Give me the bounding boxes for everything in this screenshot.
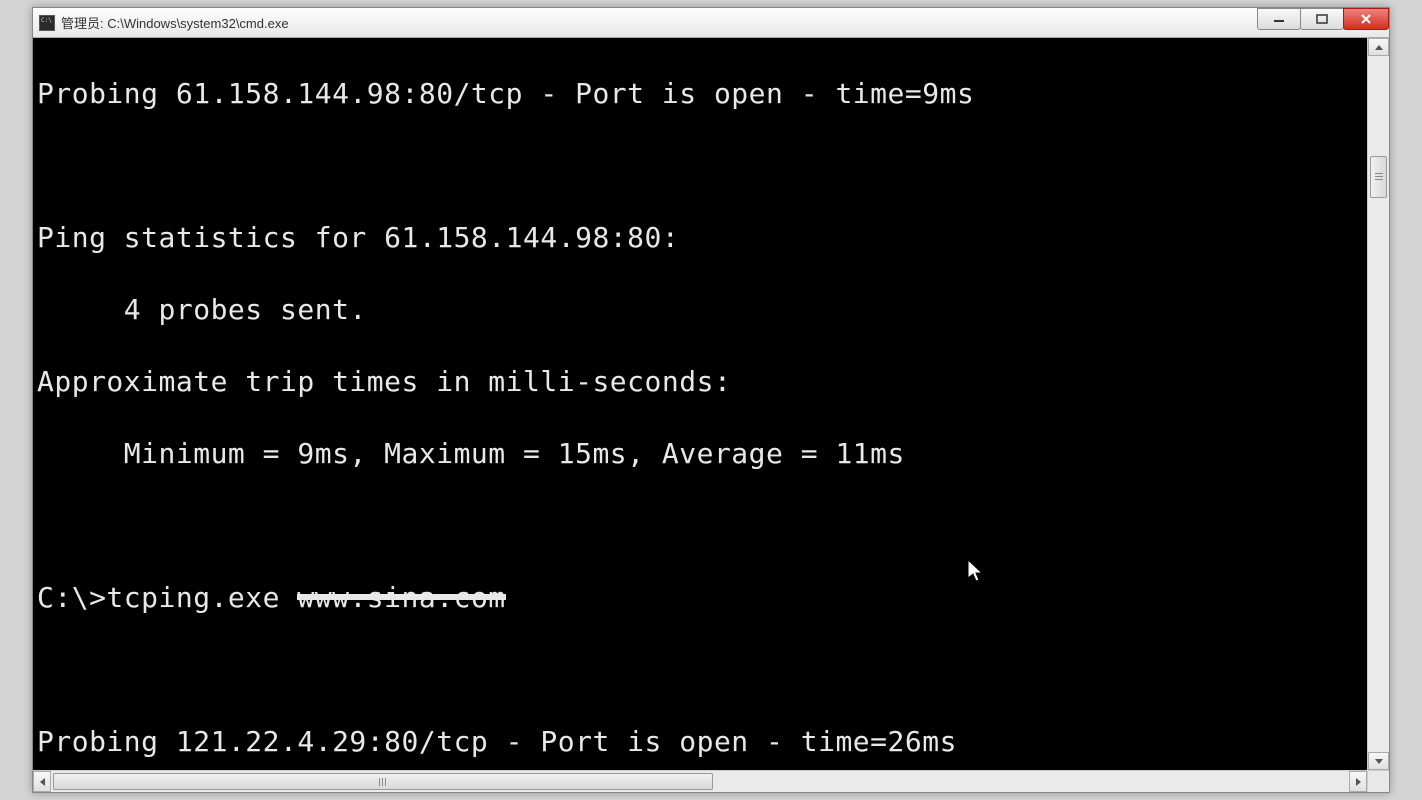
scroll-down-button[interactable] xyxy=(1368,752,1389,770)
terminal-area[interactable]: Probing 61.158.144.98:80/tcp - Port is o… xyxy=(33,38,1389,792)
vscroll-track[interactable] xyxy=(1368,56,1389,752)
arrow-left-icon xyxy=(40,778,45,786)
minimize-icon xyxy=(1273,14,1285,24)
output-line xyxy=(37,508,1385,544)
hscroll-thumb[interactable] xyxy=(53,773,713,790)
maximize-icon xyxy=(1316,14,1328,24)
horizontal-scrollbar[interactable] xyxy=(33,770,1367,792)
scroll-left-button[interactable] xyxy=(33,771,51,792)
output-line: Ping statistics for 61.158.144.98:80: xyxy=(37,220,1385,256)
output-line xyxy=(37,652,1385,688)
output-line: Probing 61.158.144.98:80/tcp - Port is o… xyxy=(37,76,1385,112)
output-line xyxy=(37,148,1385,184)
hscroll-track[interactable] xyxy=(51,771,1349,792)
maximize-button[interactable] xyxy=(1300,8,1344,30)
close-button[interactable] xyxy=(1343,8,1389,30)
arrow-down-icon xyxy=(1375,759,1383,764)
window-title: 管理员: C:\Windows\system32\cmd.exe xyxy=(61,13,289,32)
titlebar[interactable]: 管理员: C:\Windows\system32\cmd.exe xyxy=(33,8,1389,38)
cmd-window: 管理员: C:\Windows\system32\cmd.exe Probing… xyxy=(32,7,1390,793)
terminal-text: Probing 61.158.144.98:80/tcp - Port is o… xyxy=(33,38,1389,792)
output-line: Approximate trip times in milli-seconds: xyxy=(37,364,1385,400)
scroll-right-button[interactable] xyxy=(1349,771,1367,792)
redacted-hostname: www.sina.com xyxy=(297,580,505,616)
vertical-scrollbar[interactable] xyxy=(1367,38,1389,770)
command-line: C:\>tcping.exe www.sina.com xyxy=(37,580,1385,616)
cmd-icon xyxy=(39,15,55,31)
prompt-text: C:\>tcping.exe xyxy=(37,581,297,614)
scroll-corner xyxy=(1367,770,1389,792)
minimize-button[interactable] xyxy=(1257,8,1301,30)
output-line: 4 probes sent. xyxy=(37,292,1385,328)
close-icon xyxy=(1360,14,1372,24)
window-controls xyxy=(1258,8,1389,30)
arrow-right-icon xyxy=(1356,778,1361,786)
output-line: Probing 121.22.4.29:80/tcp - Port is ope… xyxy=(37,724,1385,760)
vscroll-thumb[interactable] xyxy=(1370,156,1387,198)
arrow-up-icon xyxy=(1375,45,1383,50)
scroll-up-button[interactable] xyxy=(1368,38,1389,56)
output-line: Minimum = 9ms, Maximum = 15ms, Average =… xyxy=(37,436,1385,472)
terminal-content[interactable]: Probing 61.158.144.98:80/tcp - Port is o… xyxy=(33,38,1389,792)
